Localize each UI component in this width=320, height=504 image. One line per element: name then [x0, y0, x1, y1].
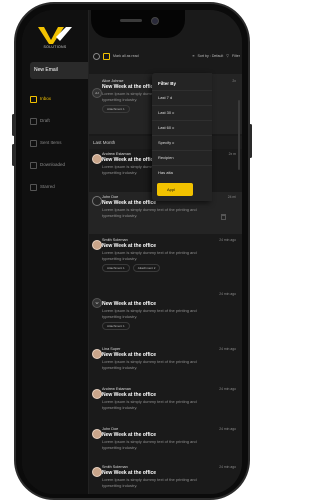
sidebar-item-draft[interactable]: Draft: [22, 110, 88, 132]
camera-icon: [151, 17, 159, 25]
sidebar-item-label: Downloaded: [40, 162, 66, 167]
list-item[interactable]: Smith Soleman 24 min ago New Week at the…: [89, 238, 242, 286]
timestamp: 24 min ago: [219, 238, 236, 242]
list-item[interactable]: W 24 min ago New Week at the office Lore…: [89, 292, 242, 340]
avatar: [92, 429, 102, 439]
list-item[interactable]: John Doe 24 min ago New Week at the offi…: [89, 427, 242, 463]
timestamp: 24 min ago: [219, 347, 236, 351]
filter-dropdown: Filter By Last 7 d Last 30 c Last 60 c S…: [152, 73, 212, 201]
attachment-chip[interactable]: Attachment 1: [102, 105, 130, 113]
sidebar-item-label: Draft: [40, 118, 50, 123]
download-icon: [30, 162, 37, 169]
timestamp: 24 min ago: [219, 387, 236, 391]
snippet: Lorem Ipsum is simply dummy text of the …: [102, 207, 197, 218]
filter-option[interactable]: Last 60 c: [152, 120, 212, 135]
apply-button[interactable]: Appl: [157, 183, 193, 196]
list-toolbar: Mark all as read ≡ Sort by : Default ▽ F…: [89, 48, 242, 64]
avatar: [92, 467, 102, 477]
filter-button[interactable]: Filter: [232, 54, 242, 58]
logo-text: SOLUTIONS: [43, 45, 67, 49]
avatar: [92, 240, 102, 250]
volume-down-button: [12, 144, 15, 166]
logo-mark-icon: [38, 27, 72, 44]
attachment-chip[interactable]: Attachment 1: [102, 322, 130, 330]
avatar: [92, 389, 102, 399]
sent-icon: [30, 140, 37, 147]
filter-option[interactable]: Specify c: [152, 135, 212, 150]
snippet: Lorem Ipsum is simply dummy text of the …: [102, 250, 197, 261]
star-icon: [30, 184, 37, 191]
subject: New Week at the office: [102, 352, 157, 358]
timestamp: 2x: [232, 79, 236, 83]
snippet: Lorem Ipsum is simply dummy text of the …: [102, 399, 197, 410]
sort-dropdown[interactable]: Sort by : Default: [197, 54, 223, 58]
snippet: Lorem Ipsum is simply dummy text of the …: [102, 308, 197, 319]
sidebar-item-label: Starred: [40, 184, 55, 189]
filter-option[interactable]: Has atta: [152, 165, 212, 180]
mark-read-icon: [103, 52, 110, 60]
app-screen: SOLUTIONS New Email Inbox Draft Sent Ite…: [22, 10, 242, 494]
scrollbar[interactable]: [238, 100, 240, 170]
avatar: [92, 154, 102, 164]
sidebar: SOLUTIONS New Email Inbox Draft Sent Ite…: [22, 10, 89, 494]
sidebar-item-downloaded[interactable]: Downloaded: [22, 154, 88, 176]
trash-icon[interactable]: [221, 214, 226, 220]
attachment-chip[interactable]: Attachment 2: [132, 264, 161, 272]
sidebar-item-label: Sent Items: [40, 140, 62, 145]
subject: New Week at the office: [102, 432, 157, 438]
new-email-button[interactable]: New Email: [30, 62, 88, 79]
subject: New Week at the office: [102, 470, 157, 476]
sidebar-nav: Inbox Draft Sent Items Downloaded Starre…: [22, 88, 88, 198]
power-button: [249, 124, 252, 158]
filter-option[interactable]: Recipien: [152, 150, 212, 165]
attachment-chip[interactable]: Attachment 1: [102, 264, 130, 272]
timestamp: 24 min ago: [219, 465, 236, 469]
subject: New Week at the office: [102, 301, 157, 307]
sort-icon: ≡: [192, 54, 195, 58]
snippet: Lorem Ipsum is simply dummy text of the …: [102, 359, 197, 370]
filter-option[interactable]: Last 30 c: [152, 105, 212, 120]
sidebar-item-inbox[interactable]: Inbox: [22, 88, 88, 110]
sidebar-item-sent[interactable]: Sent Items: [22, 132, 88, 154]
timestamp: 2x m: [228, 152, 236, 156]
filter-icon: ▽: [226, 54, 229, 58]
mark-all-read-button[interactable]: Mark all as read: [113, 54, 139, 58]
list-item[interactable]: Andrew Estaman 24 min ago New Week at th…: [89, 387, 242, 423]
timestamp: 24 mi: [227, 195, 236, 199]
inbox-icon: [30, 96, 37, 103]
snippet: Lorem Ipsum is simply dummy text of the …: [102, 477, 197, 488]
filter-title: Filter By: [158, 81, 177, 86]
brand-logo[interactable]: SOLUTIONS: [30, 23, 80, 53]
timestamp: 24 min ago: [219, 427, 236, 431]
select-circle[interactable]: [92, 196, 102, 206]
sidebar-item-starred[interactable]: Starred: [22, 176, 88, 198]
select-all-checkbox[interactable]: [93, 52, 100, 60]
subject: New Week at the office: [102, 392, 157, 398]
phone-notch: [91, 10, 185, 38]
snippet: Lorem Ipsum is simply dummy text of the …: [102, 439, 197, 450]
draft-icon: [30, 118, 37, 125]
avatar: W: [92, 298, 102, 308]
list-item[interactable]: Lina Super 24 min ago New Week at the of…: [89, 347, 242, 383]
volume-up-button: [12, 114, 15, 136]
speaker-grille: [120, 19, 142, 22]
timestamp: 24 min ago: [219, 292, 236, 296]
list-item[interactable]: Smith Soleman 24 min ago New Week at the…: [89, 465, 242, 494]
filter-option[interactable]: Last 7 d: [152, 90, 212, 105]
subject: New Week at the office: [102, 243, 157, 249]
avatar: [92, 349, 102, 359]
avatar: AJ: [92, 88, 102, 98]
sidebar-item-label: Inbox: [40, 96, 52, 101]
